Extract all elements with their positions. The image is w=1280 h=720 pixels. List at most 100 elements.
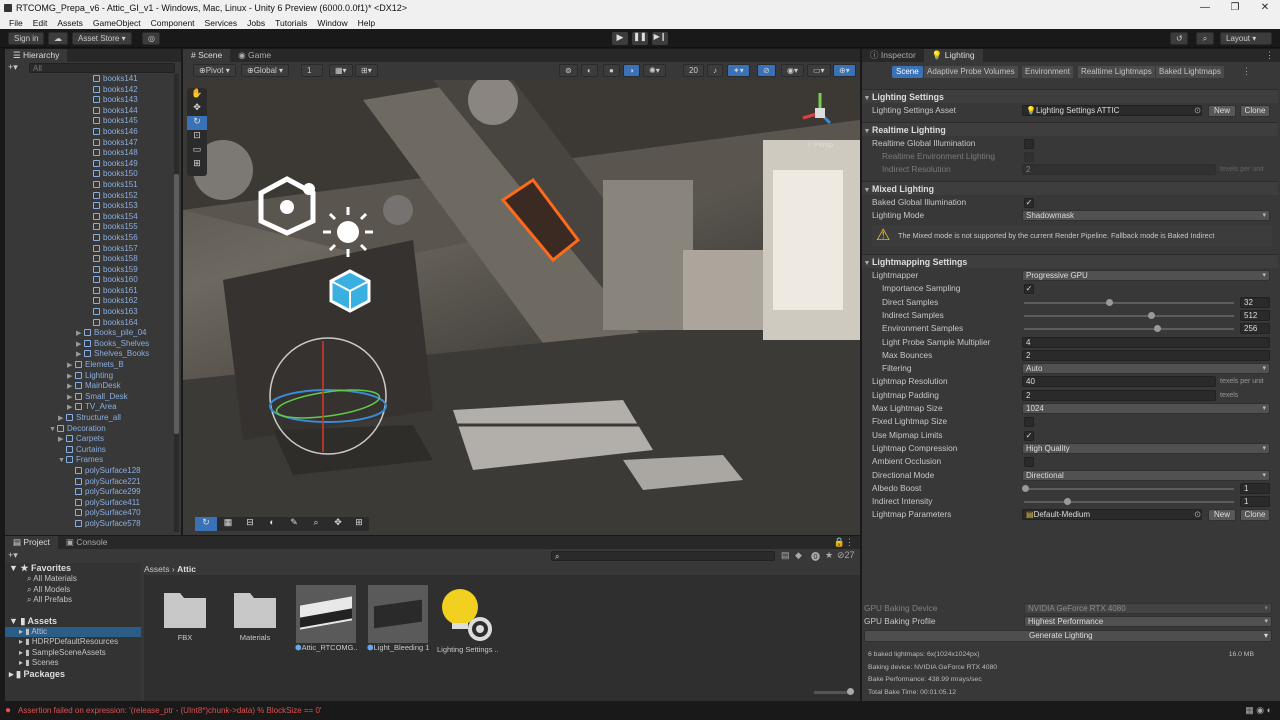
hierarchy-row[interactable]: books142 bbox=[5, 85, 173, 96]
hierarchy-row[interactable]: books154 bbox=[5, 212, 173, 223]
fx-icon[interactable]: ✦▾ bbox=[727, 64, 750, 77]
realtime-lighting-header[interactable]: ▼ Realtime Lighting bbox=[862, 122, 1278, 136]
project-add-button[interactable]: +▾ bbox=[8, 550, 18, 561]
lm-slider-indirect-int[interactable] bbox=[1024, 501, 1234, 504]
hierarchy-search-input[interactable] bbox=[29, 63, 175, 73]
lm-slider-knob-albedo[interactable] bbox=[1022, 484, 1029, 492]
filter-type-icon[interactable]: ▤ bbox=[781, 550, 790, 561]
lm-slider-knob-indirect[interactable] bbox=[1148, 311, 1155, 319]
hierarchy-row[interactable]: books158 bbox=[5, 254, 173, 265]
hierarchy-row[interactable]: ▶ Elemets_B bbox=[5, 360, 173, 371]
lm-slider-value-indirect-int[interactable]: 1 bbox=[1240, 496, 1270, 508]
lm-slider-albedo[interactable] bbox=[1024, 487, 1234, 490]
hierarchy-row[interactable]: books151 bbox=[5, 180, 173, 191]
indirect-resolution-field[interactable]: 2 bbox=[1022, 164, 1216, 175]
menu-help[interactable]: Help bbox=[353, 18, 380, 28]
lm-field-res[interactable]: 40 bbox=[1022, 376, 1216, 388]
menu-tutorials[interactable]: Tutorials bbox=[270, 18, 312, 28]
hierarchy-row[interactable]: polySurface578 bbox=[5, 519, 173, 530]
shading-lit-icon[interactable]: ◑ bbox=[623, 64, 640, 77]
hierarchy-row[interactable]: books148 bbox=[5, 148, 173, 159]
collab-icon[interactable]: ◎ bbox=[142, 32, 160, 45]
subtab-environment[interactable]: Environment bbox=[1022, 66, 1073, 78]
orbit-icon[interactable]: ↻ bbox=[195, 517, 217, 531]
menu-file[interactable]: File bbox=[4, 18, 28, 28]
gpu-profile-dropdown[interactable]: Highest Performance bbox=[1024, 616, 1272, 627]
asset-lighting-settings[interactable]: Lighting Settings ... bbox=[437, 585, 499, 654]
lm-dropdown-dir-mode[interactable]: Directional bbox=[1022, 469, 1270, 481]
hierarchy-row[interactable]: Curtains bbox=[5, 445, 173, 456]
minimize-button[interactable]: — bbox=[1190, 0, 1220, 16]
tab-lighting[interactable]: 💡 Lighting bbox=[923, 49, 983, 62]
gizmos-icon[interactable]: ⊕▾ bbox=[833, 64, 856, 77]
transform-tool-icon[interactable]: ⊞ bbox=[187, 158, 207, 172]
scale-tool-icon[interactable]: ⊡ bbox=[187, 130, 207, 144]
scene-viewport[interactable]: < Persp ✋ ✥ ↻ ⊡ ▭ ⊞ ↻ ▦ ⊟ ◐ ✎ ⌕ ✥ ⊞ bbox=[183, 80, 860, 535]
subtab-menu-icon[interactable]: ⋮ bbox=[1242, 66, 1251, 77]
filter-label-icon[interactable]: ◆ bbox=[795, 550, 802, 561]
lm-checkbox-ao[interactable] bbox=[1024, 457, 1034, 468]
hierarchy-row[interactable]: polySurface470 bbox=[5, 508, 173, 519]
subtab-baked-lightmaps[interactable]: Baked Lightmaps bbox=[1156, 66, 1224, 78]
hierarchy-row[interactable]: books141 bbox=[5, 74, 173, 85]
assets-header[interactable]: ▼ ▮ Assets bbox=[5, 616, 141, 627]
hierarchy-row[interactable]: ▼ Frames bbox=[5, 455, 173, 466]
panel-menu-icon[interactable]: ⋮ bbox=[1265, 50, 1274, 61]
menu-gameobject[interactable]: GameObject bbox=[88, 18, 146, 28]
frame-icon[interactable]: ⊞ bbox=[349, 517, 369, 531]
layout-dropdown[interactable]: Layout ▾ bbox=[1220, 32, 1272, 45]
lighting-settings-clone-button[interactable]: Clone bbox=[1240, 105, 1270, 117]
lm-checkbox-fixed[interactable] bbox=[1024, 417, 1034, 428]
tab-console[interactable]: ▣ Console bbox=[58, 536, 116, 549]
params-picker-icon[interactable]: ⊙ bbox=[1194, 508, 1201, 521]
hierarchy-row[interactable]: polySurface128 bbox=[5, 466, 173, 477]
subtab-realtime-lightmaps[interactable]: Realtime Lightmaps bbox=[1078, 66, 1155, 78]
generate-lighting-button[interactable]: Generate Lighting ▾ bbox=[864, 630, 1272, 642]
hand-tool-icon[interactable]: ✋ bbox=[187, 88, 207, 102]
lm-slider-knob-direct[interactable] bbox=[1106, 298, 1113, 306]
lm-slider-value-env[interactable]: 256 bbox=[1240, 323, 1270, 335]
paint-icon[interactable]: ✎ bbox=[283, 517, 305, 531]
hierarchy-row[interactable]: books156 bbox=[5, 233, 173, 244]
folder-scenes[interactable]: ▸ ▮ Scenes bbox=[5, 658, 141, 669]
hierarchy-row[interactable]: ▶ Books_Shelves bbox=[5, 339, 173, 350]
lm-dropdown-compression[interactable]: High Quality bbox=[1022, 442, 1270, 454]
breadcrumb-attic[interactable]: Attic bbox=[177, 564, 196, 574]
hierarchy-row[interactable]: books147 bbox=[5, 138, 173, 149]
tab-hierarchy[interactable]: ☰ Hierarchy bbox=[5, 49, 68, 62]
light-probe-icon[interactable]: ◐ bbox=[261, 517, 283, 531]
hierarchy-row[interactable]: books163 bbox=[5, 307, 173, 318]
lm-dropdown-filtering[interactable]: Auto bbox=[1022, 363, 1270, 375]
hierarchy-row[interactable]: books146 bbox=[5, 127, 173, 138]
lightmapping-header[interactable]: ▼ Lightmapping Settings bbox=[862, 254, 1278, 268]
hierarchy-row[interactable]: ▶ MainDesk bbox=[5, 381, 173, 392]
lighting-mode-dropdown[interactable]: Shadowmask bbox=[1022, 210, 1270, 221]
lm-slider-knob-indirect-int[interactable] bbox=[1064, 498, 1071, 506]
shading-solid-icon[interactable]: ● bbox=[603, 64, 620, 77]
hierarchy-row[interactable]: books153 bbox=[5, 201, 173, 212]
lighting-settings-asset-field[interactable]: 💡Lighting Settings ATTIC bbox=[1022, 105, 1202, 116]
baked-gi-checkbox[interactable]: ✓ bbox=[1024, 198, 1034, 208]
audio-icon[interactable]: ♪ bbox=[707, 64, 723, 77]
asset-light-bleeding[interactable]: ⬢Light_Bleeding 1 bbox=[367, 585, 429, 652]
sign-in-button[interactable]: Sign in bbox=[8, 32, 45, 45]
camera-speed-value[interactable]: 20 bbox=[683, 64, 704, 77]
rotate-tool-icon[interactable]: ↻ bbox=[187, 116, 207, 130]
packages-header[interactable]: ▸ ▮ Packages bbox=[5, 669, 141, 680]
hierarchy-row[interactable]: ▼ Decoration bbox=[5, 424, 173, 435]
tab-inspector[interactable]: ⓘ Inspector bbox=[862, 49, 924, 62]
lighting-settings-header[interactable]: ▼ Lighting Settings bbox=[862, 89, 1278, 103]
visibility-icon[interactable]: ⊘ bbox=[757, 64, 776, 77]
step-button[interactable]: ▶❙ bbox=[652, 32, 668, 45]
hierarchy-row[interactable]: polySurface411 bbox=[5, 498, 173, 509]
lm-slider-env[interactable] bbox=[1024, 328, 1234, 331]
menu-window[interactable]: Window bbox=[312, 18, 352, 28]
lm-field-padding[interactable]: 2 bbox=[1022, 389, 1216, 401]
hierarchy-row[interactable]: ▶ Structure_all bbox=[5, 413, 173, 424]
realtime-gi-checkbox[interactable] bbox=[1024, 139, 1034, 149]
persp-label[interactable]: < Persp bbox=[795, 140, 845, 149]
snap-icon[interactable]: ⊞▾ bbox=[355, 64, 378, 77]
camera-icon[interactable]: ▭▾ bbox=[807, 64, 831, 77]
thumbnail-size-slider[interactable] bbox=[814, 688, 854, 695]
thumbnail-size-knob[interactable] bbox=[847, 688, 854, 695]
